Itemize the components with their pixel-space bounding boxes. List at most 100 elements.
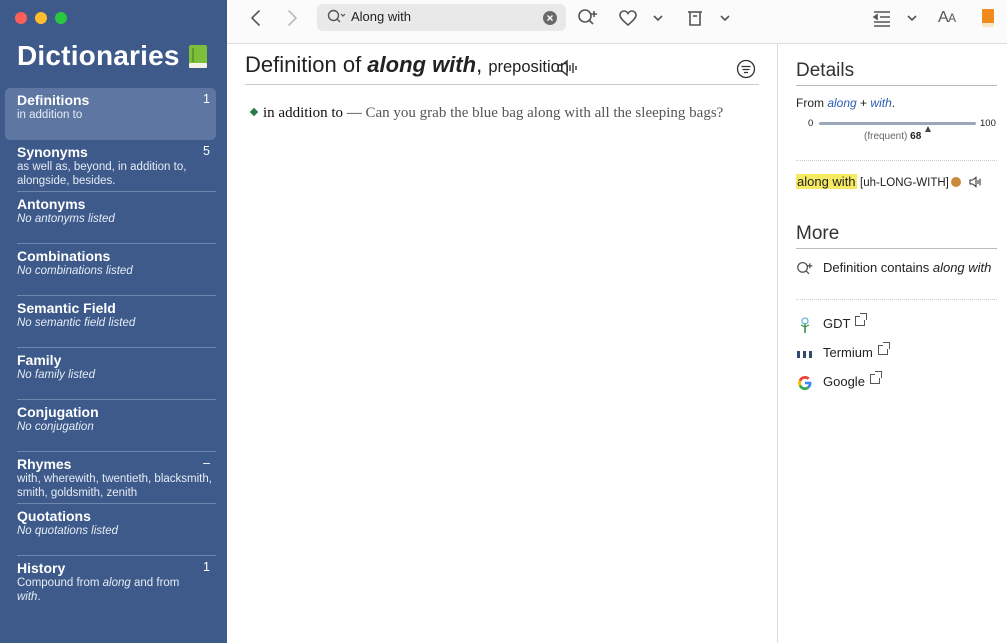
gdt-link[interactable]: GDT	[796, 313, 868, 334]
sidebar-item-label: Semantic Field	[17, 300, 116, 316]
contains-prefix: Definition contains	[823, 260, 933, 275]
headword: along with	[367, 52, 477, 77]
sidebar-item-synonyms[interactable]: Synonyms 5 as well as, beyond, in additi…	[5, 140, 216, 192]
forward-button[interactable]	[280, 6, 304, 30]
frequency-value: 68	[910, 131, 922, 142]
sidebar-item-summary: No conjugation	[17, 421, 94, 433]
gdt-logo-icon	[796, 316, 814, 334]
pronunciation: along with [uh-LONG-WITH]	[796, 174, 984, 189]
sidebar-item-label: Definitions	[17, 92, 90, 108]
back-button[interactable]	[244, 6, 268, 30]
view-menu-button[interactable]	[900, 6, 924, 30]
sidebar-item-count: 1	[203, 92, 210, 106]
search-plus-icon	[578, 9, 597, 25]
history-menu-button[interactable]	[713, 6, 737, 30]
sidebar-item-definitions[interactable]: Definitions 1 in addition to	[5, 88, 216, 140]
sidebar-item-summary: Compound from along and from with.	[17, 576, 206, 604]
external-link-icon	[877, 342, 890, 355]
search-icon	[327, 9, 346, 23]
sidebar-item-history[interactable]: History 1 Compound from along and from w…	[5, 556, 216, 608]
definition-contains-link[interactable]: Definition contains along with	[796, 260, 991, 278]
chevron-down-icon	[907, 15, 917, 22]
search-in-definitions-button[interactable]	[576, 6, 600, 30]
title-comma: ,	[476, 52, 483, 77]
clear-search-button[interactable]	[543, 11, 557, 25]
filter-menu-icon[interactable]	[736, 59, 756, 79]
sidebar-item-antonyms[interactable]: Antonyms No antonyms listed	[5, 192, 216, 244]
favorites-menu-button[interactable]	[646, 6, 670, 30]
sidebar-item-rhymes[interactable]: Rhymes – with, wherewith, twentieth, bla…	[5, 452, 216, 504]
pronunciation-word: along with	[796, 174, 857, 189]
details-heading: Details	[796, 60, 855, 81]
dictionaries-button[interactable]	[976, 6, 1000, 30]
sidebar-item-summary: No combinations listed	[17, 265, 133, 277]
font-size-button[interactable]: AA	[938, 9, 956, 27]
list-view-button[interactable]	[870, 6, 894, 30]
font-size-large: A	[938, 9, 949, 26]
speaker-icon[interactable]	[968, 175, 984, 189]
speaker-icon[interactable]	[555, 58, 579, 78]
contains-word: along with	[932, 260, 992, 275]
frequency-max: 100	[980, 118, 996, 129]
sidebar-item-summary: as well as, beyond, in addition to, alon…	[17, 161, 187, 187]
history-text: and from	[130, 577, 180, 589]
pronunciation-ipa: [uh-LONG-WITH]	[860, 177, 949, 189]
search-field[interactable]	[317, 4, 566, 31]
sidebar-item-summary: No family listed	[17, 369, 95, 381]
definition-contains-text: Definition contains along with	[823, 260, 991, 275]
window-controls	[15, 12, 67, 24]
from-end: .	[891, 96, 896, 110]
favorite-button[interactable]	[616, 6, 640, 30]
from-word-link[interactable]: along	[827, 96, 856, 110]
definition-title: Definition of along with, preposition	[245, 52, 569, 78]
sense-text: in addition to	[263, 105, 343, 121]
sidebar-item-quotations[interactable]: Quotations No quotations listed	[5, 504, 216, 556]
details-panel: Details From along + with. 0 100 (freque…	[777, 44, 1007, 643]
heart-icon	[619, 10, 637, 27]
google-logo-icon	[796, 374, 814, 392]
history-text: .	[37, 591, 41, 603]
from-word-link[interactable]: with	[870, 96, 891, 110]
list-arrow-icon	[872, 11, 890, 27]
sidebar-item-label: Antonyms	[17, 196, 86, 212]
search-input[interactable]	[351, 9, 531, 24]
definition-entry: in addition to — Can you grab the blue b…	[249, 105, 723, 122]
termium-link[interactable]: Termium	[796, 342, 890, 363]
sidebar: Dictionaries Definitions 1 in addition t…	[0, 0, 227, 643]
minimize-window-button[interactable]	[35, 12, 47, 24]
history-button[interactable]	[683, 6, 707, 30]
sidebar-item-combinations[interactable]: Combinations No combinations listed	[5, 244, 216, 296]
frequency-word: (frequent)	[864, 131, 908, 142]
sidebar-item-semantic-field[interactable]: Semantic Field No semantic field listed	[5, 296, 216, 348]
sidebar-item-label: Quotations	[17, 508, 91, 524]
close-window-button[interactable]	[15, 12, 27, 24]
divider	[796, 248, 997, 249]
frequency-marker	[925, 126, 931, 132]
more-heading: More	[796, 223, 840, 244]
sidebar-item-family[interactable]: Family No family listed	[5, 348, 216, 400]
chevron-down-icon	[653, 15, 663, 22]
sidebar-item-label: Conjugation	[17, 404, 99, 420]
book-icon	[982, 9, 994, 27]
sidebar-item-label: Family	[17, 352, 62, 368]
zoom-window-button[interactable]	[55, 12, 67, 24]
history-word: with	[17, 591, 38, 603]
sidebar-item-count: –	[203, 456, 210, 470]
sidebar-list: Definitions 1 in addition to Synonyms 5 …	[5, 88, 216, 608]
frequency-bar	[819, 122, 976, 125]
sidebar-item-conjugation[interactable]: Conjugation No conjugation	[5, 400, 216, 452]
frequency-min: 0	[808, 118, 814, 129]
history-word: along	[102, 577, 131, 589]
external-link-icon	[869, 371, 882, 384]
sense-dash: —	[343, 105, 366, 121]
divider	[796, 160, 997, 161]
google-link[interactable]: Google	[796, 371, 882, 392]
gdt-label: GDT	[823, 316, 851, 331]
info-icon[interactable]	[950, 177, 961, 187]
sidebar-item-label: Synonyms	[17, 144, 88, 160]
google-label: Google	[823, 374, 865, 389]
sidebar-item-summary: in addition to	[17, 109, 83, 121]
sidebar-item-summary: with, wherewith, twentieth, blacksmith, …	[17, 473, 212, 499]
termium-logo-icon	[796, 345, 814, 363]
sidebar-item-count: 5	[203, 144, 210, 158]
